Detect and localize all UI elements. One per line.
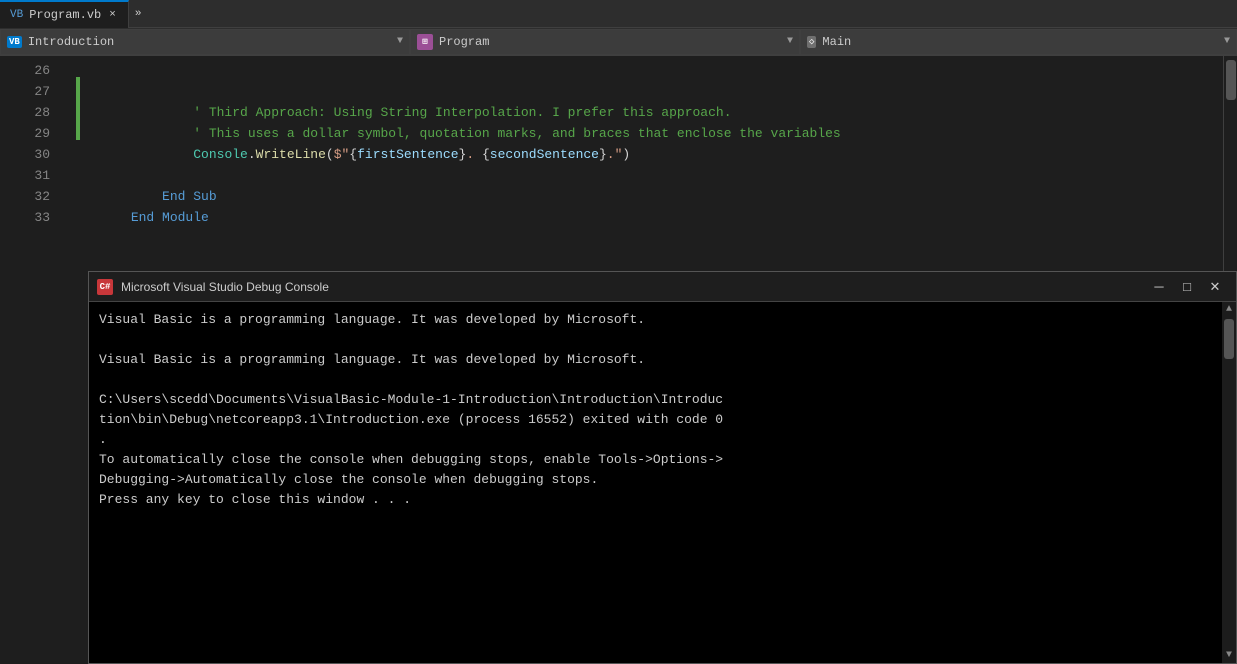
editor-area: 26 27 28 29 30 31 32 33 ' Third Approach…: [0, 56, 1237, 664]
code-line-27: ' Third Approach: Using String Interpola…: [84, 81, 1223, 102]
tab-label: Program.vb: [29, 8, 101, 22]
console-scroll-down-arrow[interactable]: ▼: [1222, 648, 1236, 663]
console-line-5: C:\Users\scedd\Documents\VisualBasic-Mod…: [99, 390, 1212, 410]
dropdown1-caret: ▼: [397, 36, 403, 47]
line-num-31: 31: [0, 165, 50, 186]
comment-28: ' This uses a dollar symbol, quotation m…: [131, 126, 841, 141]
context-dropdown-introduction[interactable]: VB Introduction ▼: [0, 29, 410, 55]
end-sub-keyword: End Sub: [162, 189, 217, 204]
main-icon: ◇: [807, 36, 816, 48]
console-output: Visual Basic is a programming language. …: [89, 302, 1222, 663]
console-scroll-up-arrow[interactable]: ▲: [1222, 302, 1236, 317]
context-introduction-label: Introduction: [28, 35, 114, 49]
string-mid: .: [466, 147, 482, 162]
console-scrollbar[interactable]: ▲ ▼: [1222, 302, 1236, 663]
debug-console: C# Microsoft Visual Studio Debug Console…: [88, 271, 1237, 664]
tab-bar: VB Program.vb × »: [0, 0, 1237, 28]
console-line-6: tion\bin\Debug\netcoreapp3.1\Introductio…: [99, 410, 1212, 430]
vb-context-icon: VB: [7, 36, 22, 48]
console-line-8: To automatically close the console when …: [99, 450, 1212, 470]
console-line-3: Visual Basic is a programming language. …: [99, 350, 1212, 370]
code-line-32: End Module: [84, 186, 1223, 207]
console-app-icon: C#: [97, 279, 113, 295]
console-line-2: [99, 330, 1212, 350]
code-line-26: [84, 60, 1223, 81]
context-program-label: Program: [439, 35, 489, 49]
console-line-9: Debugging->Automatically close the conso…: [99, 470, 1212, 490]
line-num-30: 30: [0, 144, 50, 165]
context-main-label: Main: [822, 35, 851, 49]
writeline-method: WriteLine: [256, 147, 326, 162]
string-start: $": [334, 147, 350, 162]
console-class: Console: [193, 147, 248, 162]
console-scroll-thumb[interactable]: [1224, 319, 1234, 359]
line-num-28: 28: [0, 102, 50, 123]
console-close-button[interactable]: ✕: [1202, 276, 1228, 298]
string-end: .": [607, 147, 623, 162]
tab-close-button[interactable]: ×: [107, 9, 118, 21]
program-tab[interactable]: VB Program.vb ×: [0, 0, 129, 28]
console-title: Microsoft Visual Studio Debug Console: [121, 280, 1138, 294]
bracket-indicator: [76, 77, 80, 140]
line-num-27: 27: [0, 81, 50, 102]
editor-gutter: [60, 56, 76, 664]
console-line-10: Press any key to close this window . . .: [99, 490, 1212, 510]
console-content-area: Visual Basic is a programming language. …: [89, 302, 1236, 663]
var-secondSentence: secondSentence: [490, 147, 599, 162]
dropdown2-caret: ▼: [787, 36, 793, 47]
console-line-1: Visual Basic is a programming language. …: [99, 310, 1212, 330]
end-module-keyword: End Module: [131, 210, 209, 225]
line-num-33: 33: [0, 207, 50, 228]
var-firstSentence: firstSentence: [357, 147, 458, 162]
indent-31: [131, 189, 162, 204]
console-window-controls: ─ □ ✕: [1146, 276, 1228, 298]
vb-file-icon: VB: [10, 9, 23, 21]
toolbar: VB Introduction ▼ ⊞ Program ▼ ◇ Main ▼: [0, 28, 1237, 56]
console-titlebar: C# Microsoft Visual Studio Debug Console…: [89, 272, 1236, 302]
dropdown3-caret: ▼: [1224, 36, 1230, 47]
editor-scrollbar-thumb[interactable]: [1226, 60, 1236, 100]
code-line-33: [84, 207, 1223, 228]
code-line-31: End Sub: [84, 165, 1223, 186]
comment-27: ' Third Approach: Using String Interpola…: [131, 105, 732, 120]
console-minimize-button[interactable]: ─: [1146, 276, 1172, 298]
context-dropdown-main[interactable]: ◇ Main ▼: [800, 29, 1237, 55]
module-icon: ⊞: [417, 34, 433, 50]
context-dropdown-program[interactable]: ⊞ Program ▼: [410, 29, 800, 55]
console-line-7: .: [99, 430, 1212, 450]
indent-29: [131, 147, 193, 162]
line-numbers: 26 27 28 29 30 31 32 33: [0, 56, 60, 664]
line-num-32: 32: [0, 186, 50, 207]
console-maximize-button[interactable]: □: [1174, 276, 1200, 298]
line-num-26: 26: [0, 60, 50, 81]
tab-scroll-right[interactable]: »: [129, 8, 148, 20]
console-line-4: [99, 370, 1212, 390]
line-num-29: 29: [0, 123, 50, 144]
